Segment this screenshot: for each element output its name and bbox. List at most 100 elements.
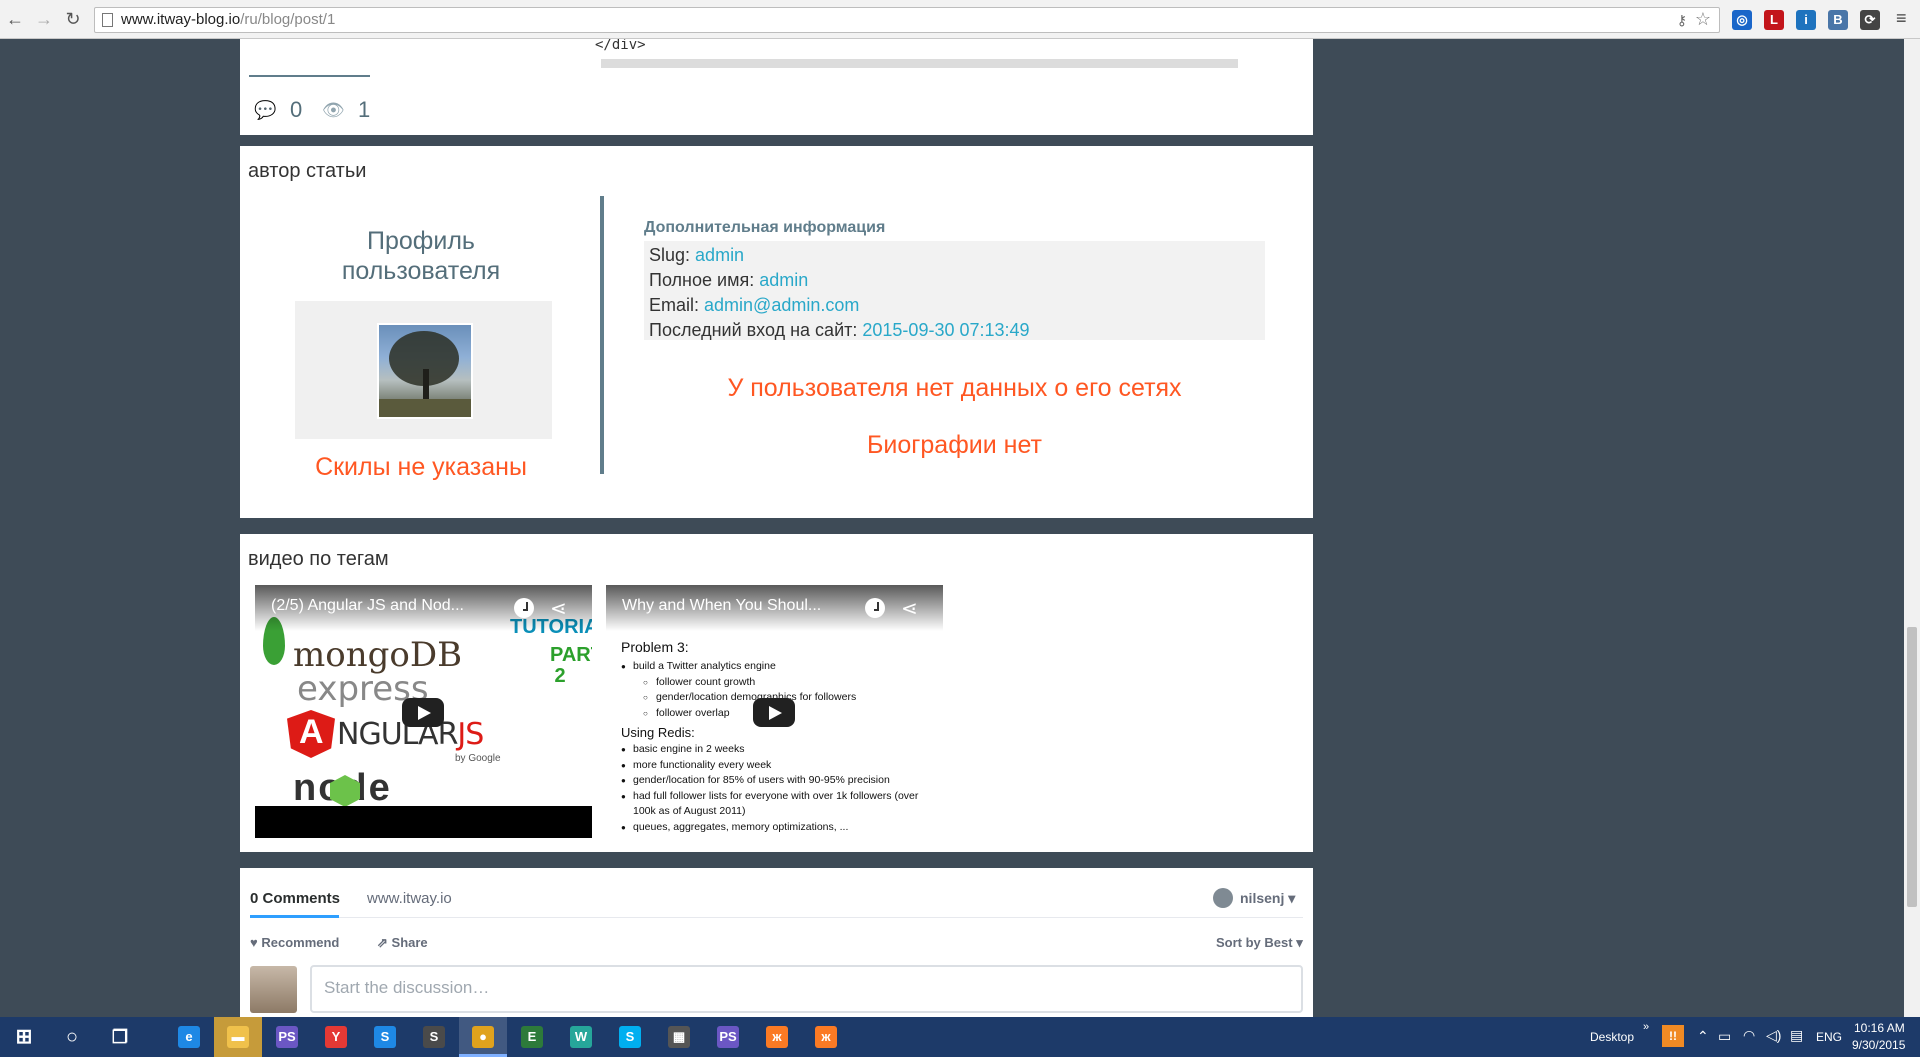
info-extension-icon[interactable]: i — [1796, 10, 1816, 30]
lastpass-icon[interactable]: L — [1764, 10, 1784, 30]
video-editor-icon: ▦ — [668, 1026, 690, 1048]
translate-icon[interactable]: ◎ — [1732, 10, 1752, 30]
eye-icon: 👁 — [322, 100, 345, 120]
taskbar-app-yandex[interactable]: Y — [312, 1017, 360, 1057]
email-value[interactable]: admin@admin.com — [704, 295, 859, 315]
taskbar-app-chrome[interactable]: ● — [459, 1017, 507, 1057]
vk-icon[interactable]: B — [1828, 10, 1848, 30]
info-row-slug: Slug: admin — [649, 245, 745, 265]
play-button[interactable] — [402, 698, 444, 727]
tray-show-hidden-icon[interactable]: ⌃ — [1697, 1028, 1709, 1045]
cortana-button[interactable]: ○ — [48, 1017, 96, 1057]
thumb-angular-a: A — [299, 713, 324, 751]
info-heading: Дополнительная информация — [644, 219, 886, 236]
taskbar-app-video-editor[interactable]: ▦ — [655, 1017, 703, 1057]
file-explorer-icon: ▬ — [227, 1026, 249, 1048]
xampp-icon: ж — [766, 1026, 788, 1048]
sort-dropdown[interactable]: Sort by Best ▾ — [1216, 935, 1303, 951]
page-icon — [102, 13, 113, 27]
author-avatar[interactable] — [377, 323, 473, 419]
scroll-thumb[interactable] — [1907, 627, 1917, 907]
volume-icon[interactable]: ◁) — [1766, 1027, 1781, 1044]
language-indicator[interactable]: ENG — [1816, 1030, 1842, 1044]
wifi-icon[interactable]: ◠ — [1743, 1027, 1755, 1044]
taskbar-app-edge[interactable]: e — [165, 1017, 213, 1057]
desktop-toolbar[interactable]: Desktop — [1590, 1030, 1634, 1044]
fullname-value[interactable]: admin — [759, 270, 808, 290]
start-button[interactable]: ⊞ — [0, 1017, 48, 1057]
clock-time[interactable]: 10:16 AM — [1854, 1021, 1905, 1035]
thumb-part-text: PART 2 — [550, 644, 592, 687]
comment-input[interactable]: Start the discussion… — [310, 965, 1303, 1013]
share-icon[interactable]: ⋖ — [901, 596, 918, 621]
author-section-title: автор статьи — [248, 160, 367, 182]
watch-later-icon[interactable] — [865, 598, 885, 618]
share-icon[interactable]: ⋖ — [550, 596, 567, 621]
taskbar-app-webstorm[interactable]: W — [557, 1017, 605, 1057]
page-viewport: </div> 💬 0 👁 1 автор статьи Профиль поль… — [0, 39, 1920, 1017]
browser-menu-icon[interactable]: ≡ — [1896, 9, 1912, 27]
views-count: 1 — [358, 97, 371, 122]
code-scrollbar[interactable] — [601, 59, 1238, 68]
tray-notify-icon[interactable]: !! — [1662, 1025, 1684, 1047]
video-title-1[interactable]: (2/5) Angular JS and Nod... — [271, 597, 464, 615]
sync-icon[interactable]: ⟳ — [1860, 10, 1880, 30]
action-center-icon[interactable]: ▤ — [1790, 1027, 1803, 1044]
comments-tab[interactable]: 0 Comments — [250, 890, 340, 907]
community-tab[interactable]: www.itway.io — [367, 890, 452, 907]
skype-icon: S — [619, 1026, 641, 1048]
taskbar-app-app-blue[interactable]: S — [361, 1017, 409, 1057]
user-menu[interactable]: nilsenj ▾ — [1240, 890, 1295, 907]
video-embed-2[interactable]: Problem 3: build a Twitter analytics eng… — [606, 585, 943, 838]
user-avatar-icon — [1213, 888, 1233, 908]
forward-button[interactable]: → — [33, 8, 55, 30]
edge-icon: e — [178, 1026, 200, 1048]
key-icon[interactable]: ⚷ — [1677, 8, 1687, 32]
recommend-button[interactable]: ♥ Recommend — [250, 935, 339, 950]
tab-border — [250, 917, 1303, 918]
last-login-value: 2015-09-30 07:13:49 — [862, 320, 1030, 340]
skills-empty-message: Скилы не указаны — [315, 453, 527, 481]
taskbar-app-skype[interactable]: S — [606, 1017, 654, 1057]
cortana-circle-icon: ○ — [65, 1026, 79, 1048]
share-button[interactable]: ⇗ Share — [377, 935, 428, 951]
webstorm-icon: W — [570, 1026, 592, 1048]
slide-bullet: queues, aggregates, memory optimizations… — [621, 820, 931, 836]
back-button[interactable]: ← — [4, 8, 26, 30]
bookmark-star-icon[interactable]: ☆ — [1695, 7, 1711, 31]
video-embed-1[interactable]: mongoDB express A NGULARJS by Google nod… — [255, 585, 592, 838]
bio-empty-message: Биографии нет — [867, 431, 1042, 459]
vertical-divider — [600, 196, 604, 474]
taskbar-app-xampp[interactable]: ж — [753, 1017, 801, 1057]
toolbar-chevron-icon[interactable]: » — [1643, 1021, 1649, 1033]
slide-using-redis: Using Redis: — [621, 725, 695, 740]
clock-date[interactable]: 9/30/2015 — [1852, 1038, 1905, 1052]
chrome-icon: ● — [472, 1026, 494, 1048]
taskbar-app-sublime[interactable]: S — [410, 1017, 458, 1057]
slug-value[interactable]: admin — [695, 245, 744, 265]
page-scrollbar[interactable] — [1904, 39, 1920, 1017]
videos-card: видео по тегам mongoDB express A NGULARJ… — [240, 534, 1313, 852]
play-button[interactable] — [753, 698, 795, 727]
slide-bullet: build a Twitter analytics engine — [621, 659, 931, 675]
task-view-button[interactable]: ❐ — [96, 1017, 144, 1057]
reload-button[interactable]: ↻ — [62, 8, 84, 30]
windows-taskbar: ⊞ ○ ❐ e ▬ PS Y S S ● E W S ▦ PS ж ж Desktop » !! ⌃ ▭ … — [0, 1017, 1920, 1057]
disqus-thread: 0 Comments www.itway.io nilsenj ▾ ♥ Reco… — [240, 868, 1313, 1017]
yandex-icon: Y — [325, 1026, 347, 1048]
url-path: /ru/blog/post/1 — [240, 11, 336, 28]
video-title-2[interactable]: Why and When You Shoul... — [622, 597, 821, 615]
taskbar-app-editor[interactable]: E — [508, 1017, 556, 1057]
taskbar-app-file-explorer[interactable]: ▬ — [214, 1017, 262, 1057]
editor-icon: E — [521, 1026, 543, 1048]
watch-later-icon[interactable] — [514, 598, 534, 618]
taskbar-app-phpstorm2[interactable]: PS — [704, 1017, 752, 1057]
slide-bullet: basic engine in 2 weeks — [621, 742, 931, 758]
profile-heading: Профиль пользователя — [341, 227, 501, 285]
taskbar-app-phpstorm[interactable]: PS — [263, 1017, 311, 1057]
taskbar-app-xampp2[interactable]: ж — [802, 1017, 850, 1057]
address-bar[interactable]: www.itway-blog.io/ru/blog/post/1 ⚷ ☆ — [94, 7, 1720, 33]
task-view-icon: ❐ — [111, 1027, 129, 1047]
windows-logo-icon: ⊞ — [15, 1026, 33, 1048]
battery-icon[interactable]: ▭ — [1718, 1028, 1731, 1045]
